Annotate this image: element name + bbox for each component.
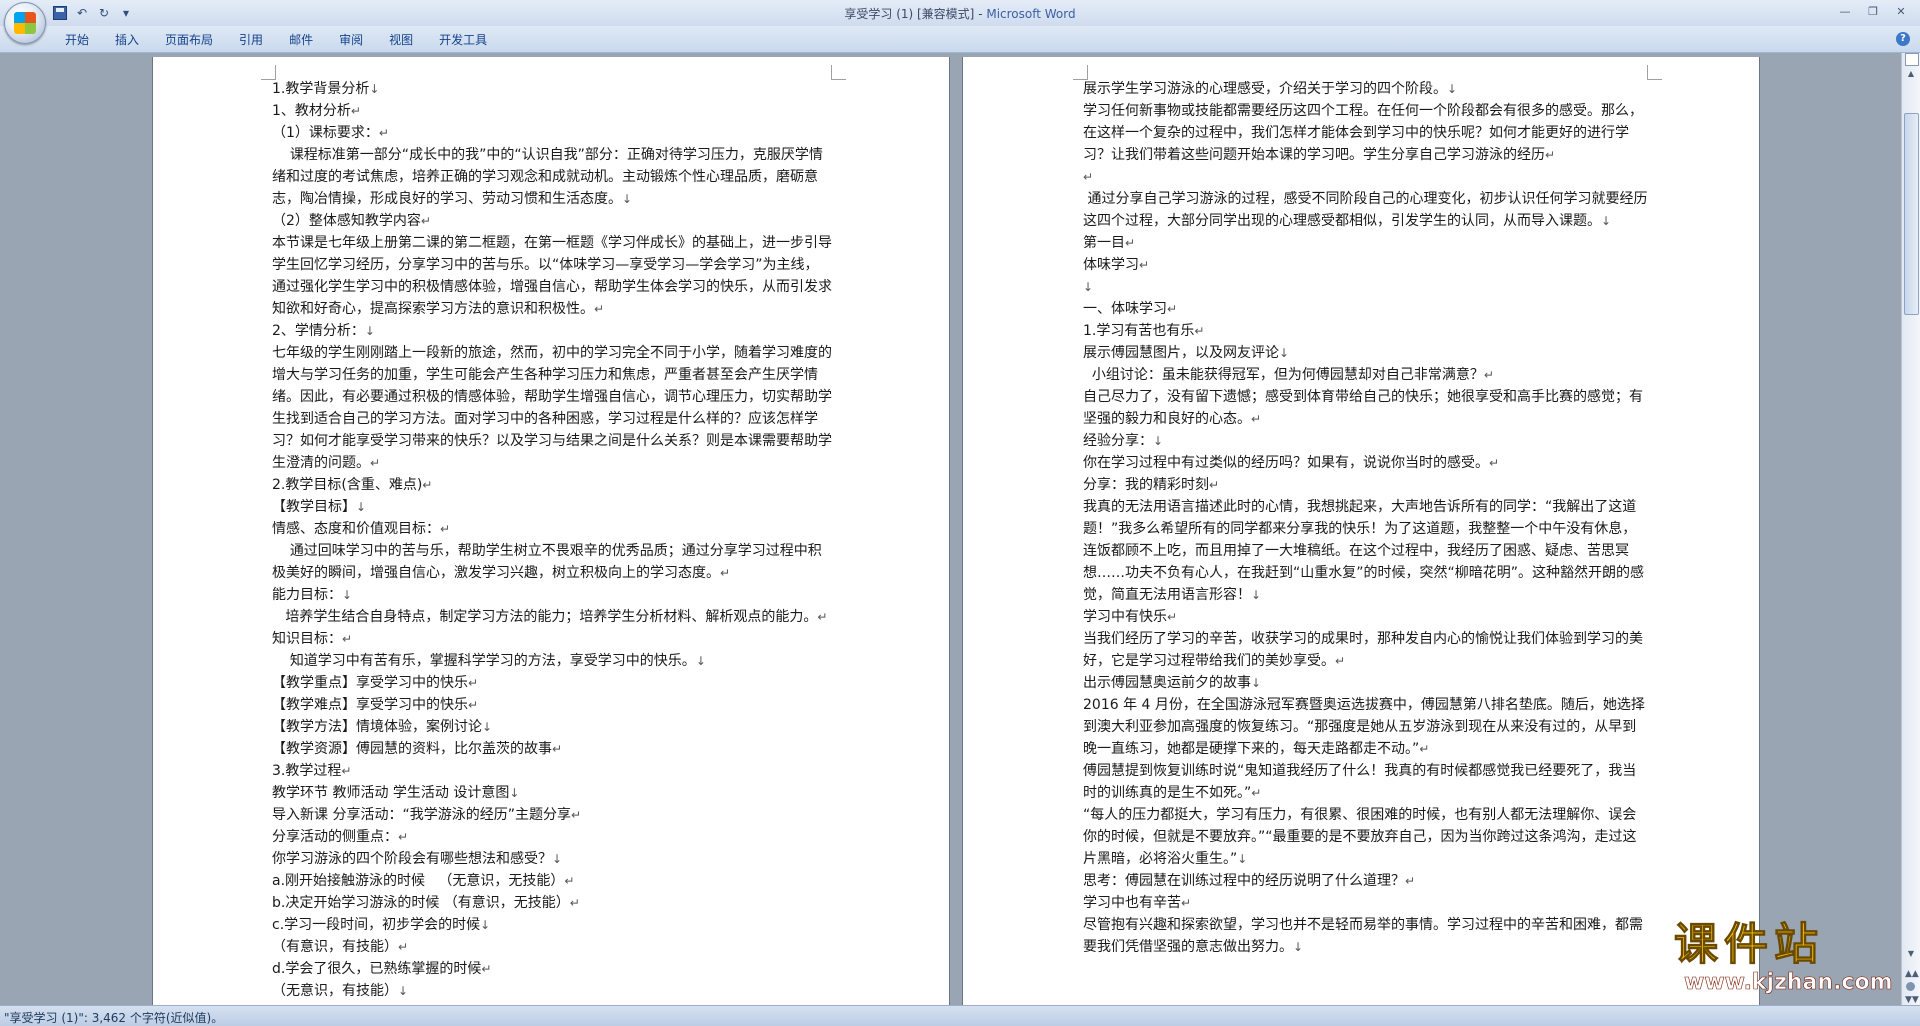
ribbon-tab[interactable]: 插入 — [102, 31, 152, 49]
document-page-right[interactable]: 展示学生学习游泳的心理感受，介绍关于学习的四个阶段。学习任何新事物或技能都需要经… — [963, 57, 1759, 1005]
document-paragraph[interactable]: 【教学难点】享受学习中的快乐 — [272, 694, 832, 716]
document-paragraph[interactable]: 培养学生结合自身特点，制定学习方法的能力；培养学生分析材料、解析观点的能力。 — [272, 606, 832, 628]
margin-corner-mark — [1647, 65, 1662, 80]
help-icon: ? — [1900, 33, 1906, 44]
document-paragraph[interactable]: 知道学习中有苦有乐，掌握科学学习的方法，享受学习中的快乐。 — [272, 650, 832, 672]
ribbon-tab[interactable]: 邮件 — [276, 31, 326, 49]
scrollbar-thumb[interactable] — [1904, 113, 1919, 315]
window-title: 享受学习 (1) [兼容模式] - Microsoft Word — [0, 5, 1920, 22]
document-paragraph[interactable]: 情感、态度和价值观目标： — [272, 518, 832, 540]
vertical-scrollbar[interactable]: ▲ ▼ ▲▲ ▼▼ — [1901, 53, 1920, 1005]
document-paragraph[interactable]: 1、教材分析 — [272, 100, 832, 122]
document-paragraph[interactable]: 【教学方法】情境体验，案例讨论 — [272, 716, 832, 738]
document-paragraph[interactable]: （无意识，有技能） — [272, 980, 832, 1002]
document-paragraph[interactable]: 分享活动的侧重点： — [272, 826, 832, 848]
document-paragraph[interactable]: 3.教学过程 — [272, 760, 832, 782]
restore-button[interactable]: ❐ — [1860, 2, 1886, 20]
document-paragraph[interactable]: 【教学资源】傅园慧的资料，比尔盖茨的故事 — [272, 738, 832, 760]
close-button[interactable]: ✕ — [1888, 2, 1914, 20]
document-paragraph[interactable]: 我真的无法用语言描述此时的心情，我想挑起来，大声地告诉所有的同学：“我解出了这道… — [1083, 496, 1649, 606]
document-paragraph[interactable]: 出示傅园慧奥运前夕的故事 — [1083, 672, 1649, 694]
document-paragraph[interactable]: 能力目标： — [272, 584, 832, 606]
document-paragraph[interactable]: 1.教学背景分析 — [272, 78, 832, 100]
close-icon: ✕ — [1896, 4, 1906, 18]
office-logo-icon — [14, 12, 36, 34]
document-paragraph[interactable]: 学习中有快乐 — [1083, 606, 1649, 628]
document-paragraph[interactable]: 通过分享自己学习游泳的过程，感受不同阶段自己的心理变化，初步认识任何学习就要经历… — [1083, 188, 1649, 232]
ruler-toggle-icon[interactable] — [1905, 53, 1919, 66]
document-paragraph[interactable]: 七年级的学生刚刚踏上一段新的旅途，然而，初中的学习完全不同于小学，随着学习难度的… — [272, 342, 832, 474]
window-controls: — ❐ ✕ — [1832, 2, 1914, 20]
status-word-count[interactable]: "享受学习 (1)": 3,462 个字符(近似值)。 — [4, 1009, 223, 1026]
document-paragraph[interactable]: 2.教学目标(含重、难点) — [272, 474, 832, 496]
watermark-url: www.kjzhan.com — [1684, 970, 1893, 996]
ribbon-tab[interactable]: 开发工具 — [426, 31, 500, 49]
document-paragraph[interactable]: （2）整体感知教学内容 — [272, 210, 832, 232]
document-paragraph[interactable]: 导入新课 分享活动：“我学游泳的经历”主题分享 — [272, 804, 832, 826]
ribbon-tab[interactable]: 引用 — [226, 31, 276, 49]
margin-corner-mark — [831, 65, 846, 80]
document-area[interactable]: 1.教学背景分析1、教材分析（1）课标要求： 课程标准第一部分“成长中的我”中的… — [0, 53, 1902, 1005]
minimize-button[interactable]: — — [1832, 2, 1858, 20]
ribbon-tab[interactable]: 页面布局 — [152, 31, 226, 49]
document-paragraph[interactable]: 经验分享： — [1083, 430, 1649, 452]
document-paragraph[interactable]: （1）课标要求： — [272, 122, 832, 144]
document-paragraph[interactable]: 第一目 — [1083, 232, 1649, 254]
status-bar: "享受学习 (1)": 3,462 个字符(近似值)。 — [0, 1005, 1920, 1026]
window-title-separator: - — [974, 7, 987, 21]
document-paragraph[interactable]: 教学环节 教师活动 学生活动 设计意图 — [272, 782, 832, 804]
document-paragraph[interactable]: 学习任何新事物或技能都需要经历这四个工程。在任何一个阶段都会有很多的感受。那么，… — [1083, 100, 1649, 166]
document-paragraph[interactable]: 自己尽力了，没有留下遗憾；感受到体育带给自己的快乐；她很享受和高手比赛的感觉；有… — [1083, 386, 1649, 430]
document-paragraph[interactable]: 你学习游泳的四个阶段会有哪些想法和感受？ — [272, 848, 832, 870]
ribbon-tabs: 开始 插入 页面布局 引用 邮件 审阅 视图 开发工具 — [52, 31, 500, 49]
document-paragraph[interactable]: 课程标准第一部分“成长中的我”中的“认识自我”部分：正确对待学习压力，克服厌学情… — [272, 144, 832, 210]
window-title-app: Microsoft Word — [986, 7, 1076, 21]
document-paragraph[interactable]: d.学会了很久，已熟练掌握的时候 — [272, 958, 832, 980]
document-paragraph[interactable]: 展示学生学习游泳的心理感受，介绍关于学习的四个阶段。 — [1083, 78, 1649, 100]
document-paragraph[interactable]: 分享：我的精彩时刻 — [1083, 474, 1649, 496]
document-paragraph[interactable]: 知识目标： — [272, 628, 832, 650]
document-paragraph[interactable]: 2016 年 4 月份，在全国游泳冠军赛暨奥运选拔赛中，傅园慧第八排名垫底。随后… — [1083, 694, 1649, 760]
ribbon-tab[interactable]: 审阅 — [326, 31, 376, 49]
document-paragraph[interactable] — [1083, 276, 1649, 298]
document-paragraph[interactable]: 傅园慧提到恢复训练时说“鬼知道我经历了什么！我真的有时候都感觉我已经要死了，我当… — [1083, 760, 1649, 804]
document-paragraph[interactable]: 你在学习过程中有过类似的经历吗？如果有，说说你当时的感受。 — [1083, 452, 1649, 474]
watermark-title: 课件站 — [1674, 919, 1824, 970]
document-paragraph[interactable]: “每人的压力都挺大，学习有压力，有很累、很困难的时候，也有别人都无法理解你、误会… — [1083, 804, 1649, 870]
document-paragraph[interactable]: 【教学目标】 — [272, 496, 832, 518]
document-paragraph[interactable]: c.学习一段时间，初步学会的时候 — [272, 914, 832, 936]
document-paragraph[interactable]: 1.学习有苦也有乐 — [1083, 320, 1649, 342]
document-paragraph[interactable]: 【教学重点】享受学习中的快乐 — [272, 672, 832, 694]
page-text-column[interactable]: 1.教学背景分析1、教材分析（1）课标要求： 课程标准第一部分“成长中的我”中的… — [272, 78, 832, 1002]
document-paragraph[interactable]: 体味学习 — [1083, 254, 1649, 276]
document-paragraph[interactable]: a.刚开始接触游泳的时候 （无意识，无技能） — [272, 870, 832, 892]
ribbon: 开始 插入 页面布局 引用 邮件 审阅 视图 开发工具 ? — [0, 26, 1920, 53]
watermark-logo: 课件站 www.kjzhan.com — [1670, 919, 1910, 1000]
document-paragraph[interactable]: b.决定开始学习游泳的时候 （有意识，无技能） — [272, 892, 832, 914]
scroll-up-icon[interactable]: ▲ — [1904, 67, 1918, 81]
document-paragraph[interactable]: 通过回味学习中的苦与乐，帮助学生树立不畏艰辛的优秀品质；通过分享学习过程中积极美… — [272, 540, 832, 584]
document-paragraph[interactable]: 本节课是七年级上册第二课的第二框题，在第一框题《学习伴成长》的基础上，进一步引导… — [272, 232, 832, 320]
minimize-icon: — — [1839, 4, 1851, 18]
ribbon-tab[interactable]: 开始 — [52, 31, 102, 49]
page-text-column[interactable]: 展示学生学习游泳的心理感受，介绍关于学习的四个阶段。学习任何新事物或技能都需要经… — [1083, 78, 1649, 958]
document-paragraph[interactable]: 一、体味学习 — [1083, 298, 1649, 320]
restore-icon: ❐ — [1868, 4, 1878, 18]
help-button[interactable]: ? — [1896, 32, 1910, 46]
document-paragraph[interactable]: 当我们经历了学习的辛苦，收获学习的成果时，那种发自内心的愉悦让我们体验到学习的美… — [1083, 628, 1649, 672]
window-title-document: 享受学习 (1) [兼容模式] — [844, 7, 975, 21]
document-paragraph[interactable]: 小组讨论：虽未能获得冠军，但为何傅园慧却对自己非常满意？ — [1083, 364, 1649, 386]
document-paragraph[interactable]: 尽管抱有兴趣和探索欲望，学习也并不是轻而易举的事情。学习过程中的辛苦和困难，都需… — [1083, 914, 1649, 958]
office-button[interactable] — [4, 2, 46, 44]
document-page-left[interactable]: 1.教学背景分析1、教材分析（1）课标要求： 课程标准第一部分“成长中的我”中的… — [153, 57, 949, 1005]
document-paragraph[interactable]: 2、学情分析： — [272, 320, 832, 342]
ribbon-tab[interactable]: 视图 — [376, 31, 426, 49]
document-paragraph[interactable] — [1083, 166, 1649, 188]
document-paragraph[interactable]: 学习中也有辛苦 — [1083, 892, 1649, 914]
title-bar: ↶ ↻ ▾ 享受学习 (1) [兼容模式] - Microsoft Word —… — [0, 0, 1920, 44]
document-paragraph[interactable]: 思考：傅园慧在训练过程中的经历说明了什么道理？ — [1083, 870, 1649, 892]
document-paragraph[interactable]: 展示傅园慧图片，以及网友评论 — [1083, 342, 1649, 364]
document-paragraph[interactable]: （有意识，有技能） — [272, 936, 832, 958]
